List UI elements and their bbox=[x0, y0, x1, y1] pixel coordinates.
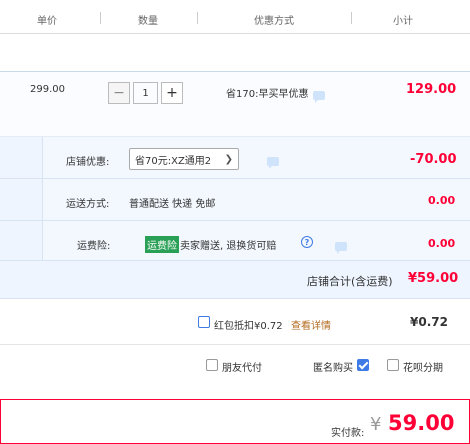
header-separator bbox=[100, 12, 101, 24]
comment-icon[interactable] bbox=[267, 157, 280, 169]
shop-coupon-label: 店铺优惠: bbox=[66, 157, 110, 168]
payment-amount: 59.00 bbox=[388, 411, 455, 435]
product-row bbox=[0, 71, 470, 137]
insurance-tag: 运费险 bbox=[145, 236, 179, 253]
shop-total-value: ¥59.00 bbox=[408, 271, 459, 286]
chevron-down-icon: ❯ bbox=[224, 154, 233, 165]
comment-icon[interactable] bbox=[313, 91, 325, 103]
insurance-label: 运费险: bbox=[77, 241, 111, 252]
friend-pay-label: 朋友代付 bbox=[222, 363, 262, 374]
header-separator bbox=[351, 12, 352, 24]
shop-total-label: 店铺合计(含运费) bbox=[307, 275, 393, 288]
unit-price: 299.00 bbox=[30, 84, 65, 95]
header-subtotal: 小计 bbox=[393, 16, 413, 27]
divider bbox=[0, 220, 470, 221]
huabei-checkbox[interactable] bbox=[387, 359, 399, 371]
shipping-amount: 0.00 bbox=[428, 194, 456, 207]
divider bbox=[0, 344, 470, 345]
shop-total-row bbox=[0, 260, 470, 299]
insurance-amount: 0.00 bbox=[428, 237, 456, 250]
anonymous-checkbox[interactable] bbox=[356, 359, 369, 371]
redpacket-details-link[interactable]: 查看详情 bbox=[291, 317, 331, 332]
currency-symbol: ¥ bbox=[370, 414, 382, 435]
quantity-stepper: − 1 + bbox=[108, 82, 188, 104]
insurance-text: 卖家赠送, 退换货可赔 bbox=[180, 241, 277, 252]
quantity-input[interactable]: 1 bbox=[133, 82, 158, 104]
anonymous-label: 匿名购买 bbox=[313, 363, 353, 374]
shipping-label: 运送方式: bbox=[66, 199, 110, 210]
huabei-label: 花呗分期 bbox=[403, 363, 443, 374]
divider bbox=[0, 178, 470, 179]
friend-pay-checkbox[interactable] bbox=[206, 359, 218, 371]
header-separator bbox=[197, 12, 198, 24]
increase-button[interactable]: + bbox=[161, 82, 183, 104]
divider bbox=[42, 137, 43, 261]
shipping-value: 普通配送 快递 免邮 bbox=[129, 199, 216, 210]
header-quantity: 数量 bbox=[138, 16, 158, 27]
redpacket-checkbox[interactable] bbox=[198, 316, 210, 328]
shop-coupon-amount: -70.00 bbox=[410, 152, 457, 167]
product-subtotal: 129.00 bbox=[406, 82, 457, 97]
help-icon[interactable]: ? bbox=[301, 236, 313, 248]
redpacket-amount: ¥0.72 bbox=[410, 315, 448, 329]
shop-coupon-value: 省70元:XZ通用2 bbox=[135, 155, 212, 167]
promo-text: 省170:早买早优惠 bbox=[226, 89, 309, 100]
decrease-button[interactable]: − bbox=[108, 82, 130, 104]
shop-coupon-select[interactable]: 省70元:XZ通用2 ❯ bbox=[129, 148, 239, 170]
redpacket-label: 红包抵扣¥0.72 bbox=[214, 321, 283, 332]
payment-label: 实付款: bbox=[331, 428, 365, 439]
header-unit-price: 单价 bbox=[37, 16, 57, 27]
comment-icon[interactable] bbox=[334, 242, 347, 254]
header-discount: 优惠方式 bbox=[254, 16, 294, 27]
